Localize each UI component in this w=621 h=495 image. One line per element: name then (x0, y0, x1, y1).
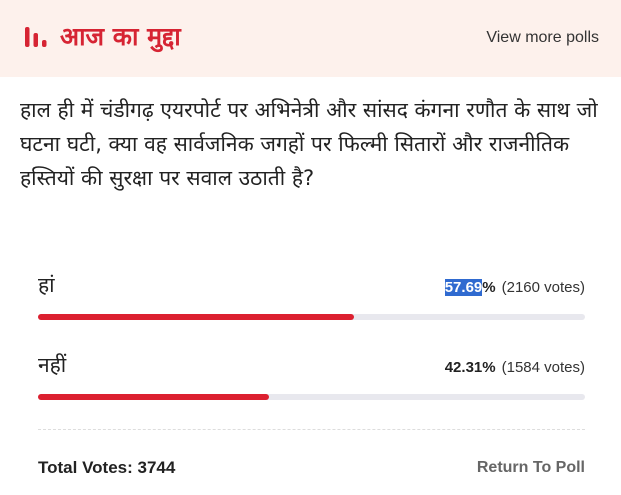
total-votes: Total Votes: 3744 (38, 458, 176, 477)
option-percent: 42.31% (445, 359, 496, 376)
option-progress-track (38, 394, 585, 400)
poll-header: आज का मुद्दा View more polls (0, 0, 621, 77)
option-percent-value: 42.31 (444, 359, 483, 376)
poll-section-title: आज का मुद्दा (60, 22, 181, 51)
option-stats: 42.31% (1584 votes) (445, 358, 585, 378)
option-vote-count: (2160 votes) (501, 279, 585, 296)
poll-option-yes: हां 57.69% (2160 votes) (38, 270, 585, 322)
option-progress-fill (38, 314, 354, 320)
poll-option-no: नहीं 42.31% (1584 votes) (38, 350, 585, 402)
option-percent-value: 57.69 (444, 279, 483, 296)
option-vote-count: (1584 votes) (501, 359, 585, 376)
return-to-poll-button[interactable]: Return To Poll (477, 458, 585, 478)
option-percent: 57.69% (444, 279, 496, 296)
option-label: हां (38, 273, 55, 297)
option-progress-fill (38, 394, 270, 400)
poll-question: हाल ही में चंडीगढ़ एयरपोर्ट पर अभिनेत्री… (20, 98, 598, 190)
option-stats: 57.69% (2160 votes) (444, 278, 585, 298)
option-progress-track (38, 314, 585, 320)
footer-divider (38, 429, 585, 430)
option-percent-sign: % (482, 279, 496, 296)
view-more-polls-link[interactable]: View more polls (486, 28, 599, 48)
option-percent-sign: % (482, 359, 496, 376)
option-label: नहीं (38, 353, 67, 377)
poll-bars-icon (25, 27, 47, 47)
